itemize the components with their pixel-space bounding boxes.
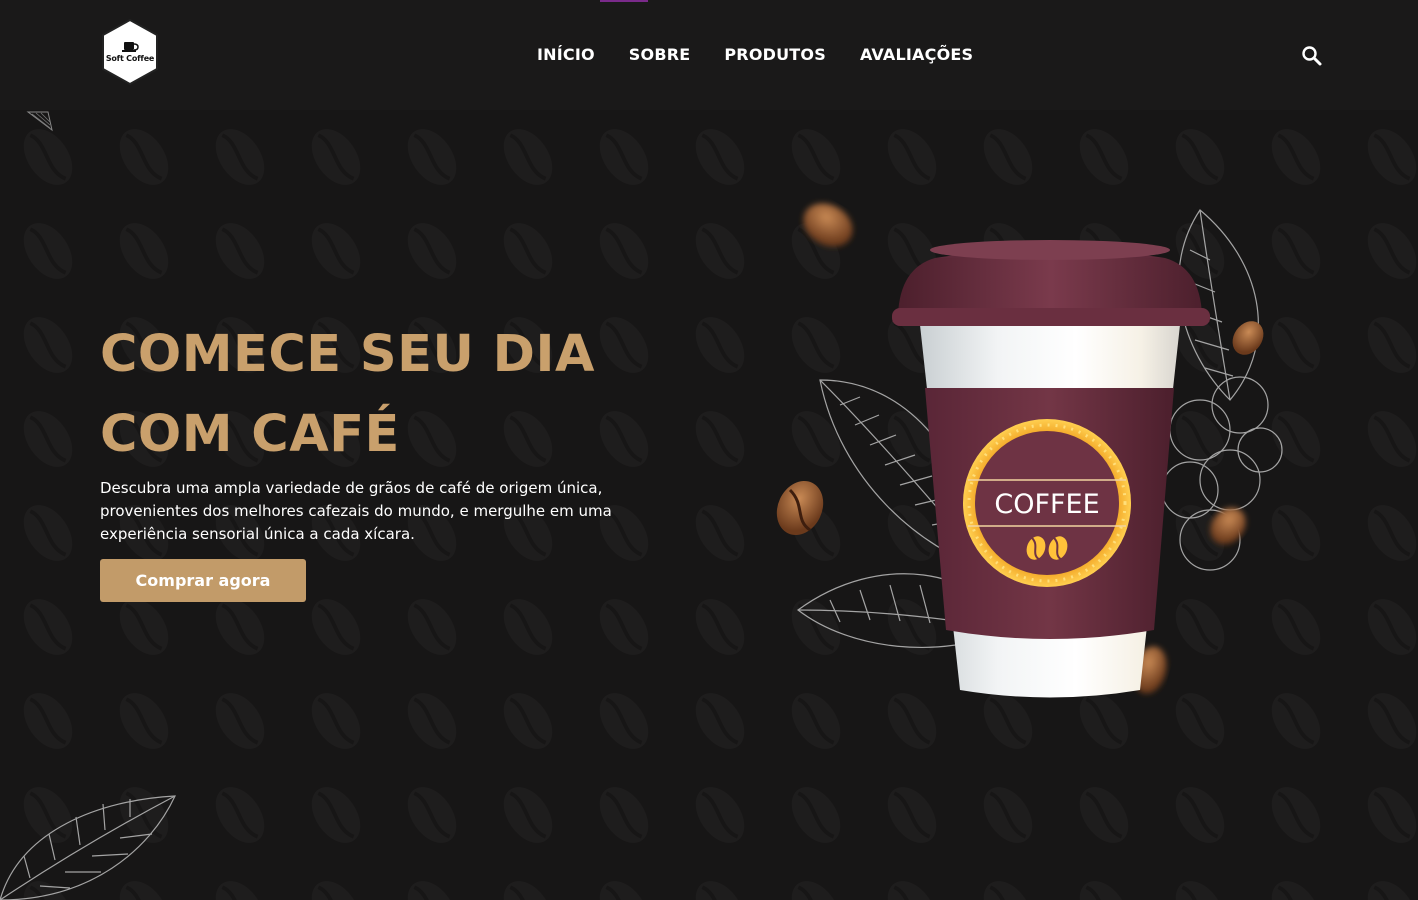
leaf-bottom-icon (0, 795, 176, 900)
hero-section: COMECE SEU DIA COM CAFÉ Descubra uma amp… (0, 110, 1418, 900)
site-header: Soft Coffee INÍCIO SOBRE PRODUTOS AVALIA… (0, 0, 1418, 110)
main-nav: INÍCIO SOBRE PRODUTOS AVALIAÇÕES (537, 45, 973, 64)
top-accent-bar (600, 0, 648, 2)
hero-title-line1: COMECE SEU DIA (100, 325, 595, 384)
nav-item-avaliacoes[interactable]: AVALIAÇÕES (860, 45, 973, 64)
nav-item-inicio[interactable]: INÍCIO (537, 45, 595, 64)
logo[interactable]: Soft Coffee (99, 18, 161, 86)
logo-text: Soft Coffee (105, 54, 155, 63)
search-icon[interactable] (1300, 44, 1324, 68)
hero-description: Descubra uma ampla variedade de grãos de… (100, 479, 612, 543)
nav-item-produtos[interactable]: PRODUTOS (724, 45, 826, 64)
hero-title: COMECE SEU DIA COM CAFÉ (100, 315, 660, 475)
coffee-cup-illustration: COFFEE (776, 203, 1283, 698)
logo-hexagon-icon (102, 18, 158, 86)
buy-now-button[interactable]: Comprar agora (100, 559, 306, 602)
cup-label: COFFEE (994, 489, 1099, 520)
floating-bean-1 (803, 203, 853, 247)
hero-title-line2: COM CAFÉ (100, 405, 400, 464)
nav-item-sobre[interactable]: SOBRE (629, 45, 691, 64)
leaf-top-icon (26, 111, 53, 132)
